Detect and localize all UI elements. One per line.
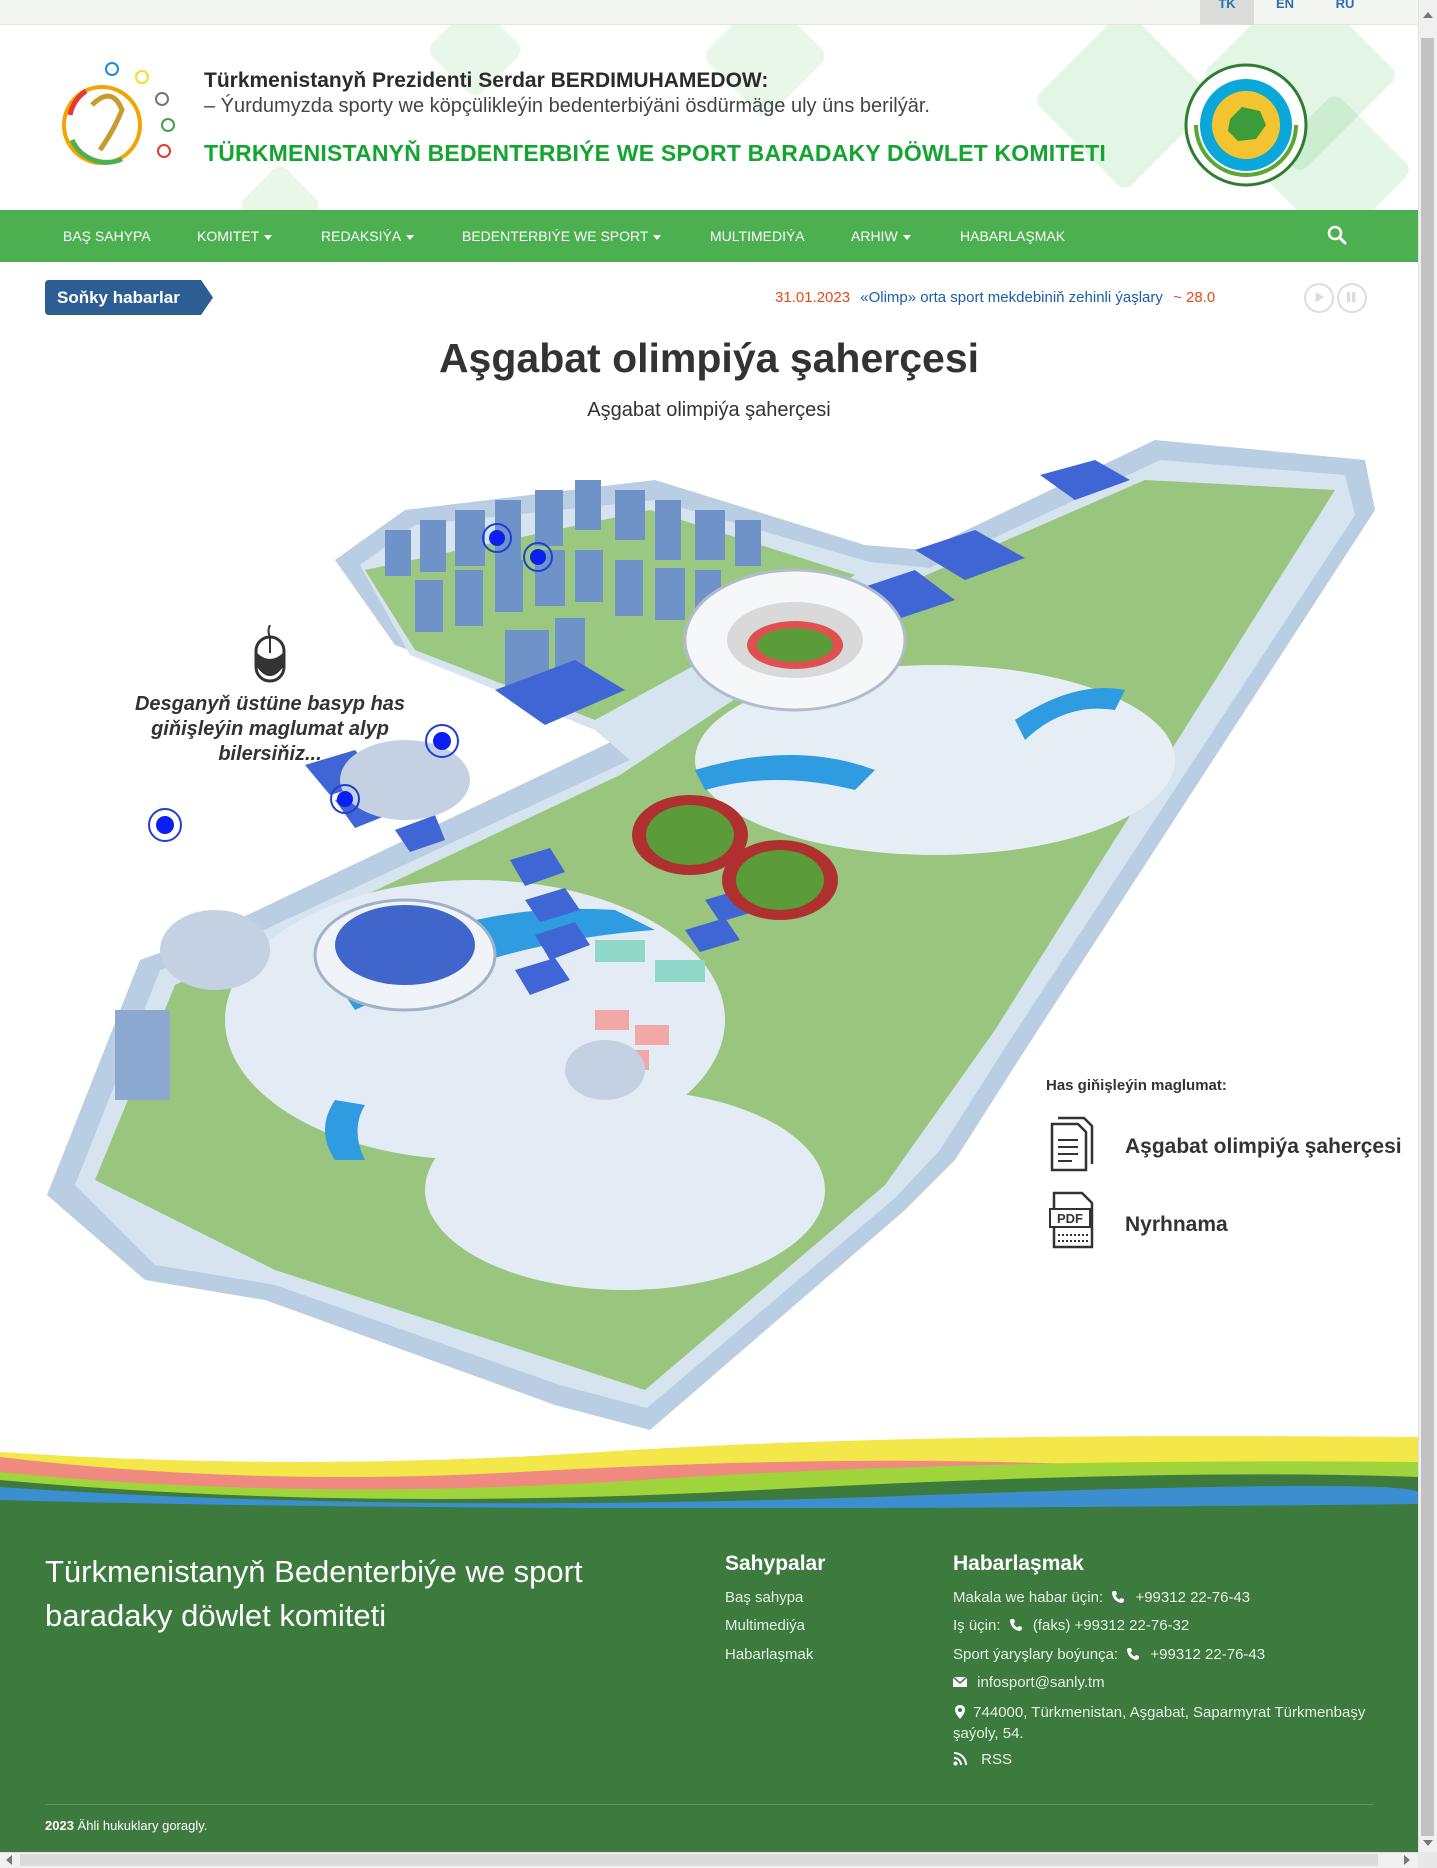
ticker-next-date: ~ 28.0 (1173, 289, 1216, 306)
header-president-line: Türkmenistanyň Prezidenti Serdar BERDIMU… (204, 69, 769, 92)
footer-contact-competitions-label: Sport ýaryşlary boýunça: (953, 1646, 1119, 1663)
footer-address: 744000, Türkmenistan, Aşgabat, Saparmyra… (953, 1702, 1373, 1744)
ornament (237, 162, 323, 210)
pdf-icon[interactable]: PDF (1048, 1191, 1098, 1249)
footer-copyright-text: Ähli hukuklary goragly. (77, 1818, 208, 1833)
news-ticker[interactable]: 31.01.2023 «Olimp» orta sport mekdebiniň… (775, 284, 1241, 312)
footer-contact-work: Iş üçin: (faks) +99312 22-76-32 (953, 1617, 1189, 1634)
footer-phone-articles[interactable]: +99312 22-76-43 (1135, 1589, 1250, 1606)
map-marker-icon (955, 1705, 965, 1719)
olympic-complex-document-link[interactable]: Aşgabat olimpiýa şaherçesi (1125, 1135, 1402, 1159)
scroll-left-arrow-icon[interactable] (6, 1855, 12, 1865)
caret-down-icon (264, 234, 273, 240)
scrollbar-corner (1418, 1852, 1437, 1868)
nav-sport[interactable]: BEDENTERBIÝE WE SPORT (462, 210, 662, 262)
price-list-link[interactable]: Nyrhnama (1125, 1213, 1228, 1237)
footer-rss-label[interactable]: RSS (981, 1751, 1012, 1768)
site-footer: Türkmenistanyň Bedenterbiýe we sport bar… (0, 1508, 1418, 1854)
page: { "languages": ["TK", "EN", "RU"], "head… (0, 0, 1437, 1868)
footer-copyright-year: 2023 (45, 1818, 74, 1833)
footer-address-text: 744000, Türkmenistan, Aşgabat, Saparmyra… (953, 1704, 1366, 1742)
latest-news-label: Soňky habarlar (45, 280, 213, 315)
header-committee-name: TÜRKMENISTANYŇ BEDENTERBIÝE WE SPORT BAR… (204, 140, 1106, 166)
footer-link-multimedia[interactable]: Multimediýa (725, 1617, 805, 1634)
nav-editorial[interactable]: REDAKSIÝA (321, 210, 415, 262)
nav-committee-label: KOMITET (197, 228, 260, 244)
footer-contact-heading: Habarlaşmak (953, 1552, 1084, 1575)
nav-multimedia[interactable]: MULTIMEDIÝA (710, 210, 805, 262)
lang-tk[interactable]: TK (1200, 0, 1254, 25)
latest-news-text: Soňky habarlar (57, 288, 180, 307)
nav-home-label: BAŞ SAHYPA (63, 228, 151, 244)
footer-phone-work[interactable]: (faks) +99312 22-76-32 (1033, 1617, 1189, 1634)
lang-ru[interactable]: RU (1318, 0, 1372, 25)
caret-down-icon (653, 234, 662, 240)
envelope-icon (953, 1676, 967, 1687)
nav-editorial-label: REDAKSIÝA (321, 228, 402, 244)
phone-icon (1112, 1591, 1125, 1603)
nav-sport-label: BEDENTERBIÝE WE SPORT (462, 228, 649, 244)
nav-home[interactable]: BAŞ SAHYPA (63, 210, 151, 262)
footer-contact-competitions: Sport ýaryşlary boýunça: +99312 22-76-43 (953, 1646, 1265, 1663)
caret-down-icon (902, 234, 911, 240)
pause-icon[interactable] (1337, 283, 1367, 313)
horizontal-scrollbar-thumb[interactable] (20, 1854, 1378, 1866)
page-subtitle: Aşgabat olimpiýa şaherçesi (587, 399, 831, 421)
rss-icon (953, 1752, 967, 1766)
play-icon[interactable] (1304, 283, 1334, 313)
ticker-news-title[interactable]: «Olimp» orta sport mekdebiniň zehinli ýa… (860, 289, 1163, 306)
footer-pages-heading: Sahypalar (725, 1552, 826, 1575)
sport-committee-logo[interactable] (52, 55, 182, 185)
nav-archive[interactable]: ARHIW (851, 210, 911, 262)
footer-link-home[interactable]: Baş sahypa (725, 1589, 803, 1606)
main-navbar: BAŞ SAHYPA KOMITET REDAKSIÝA BEDENTERBIÝ… (0, 210, 1418, 262)
lang-en[interactable]: EN (1258, 0, 1312, 25)
scroll-down-arrow-icon[interactable] (1423, 1840, 1433, 1846)
nav-committee[interactable]: KOMITET (197, 210, 273, 262)
year-emblem (1184, 63, 1308, 187)
header-quote-line: – Ýurdumyzda sporty we köpçülikleýin bed… (204, 95, 930, 117)
nav-contact[interactable]: HABARLAŞMAK (960, 210, 1065, 262)
vertical-scrollbar-thumb[interactable] (1421, 38, 1434, 1836)
scroll-up-arrow-icon[interactable] (1423, 12, 1433, 18)
footer-contact-work-label: Iş üçin: (953, 1617, 1001, 1634)
footer-contact-articles: Makala we habar üçin: +99312 22-76-43 (953, 1589, 1250, 1606)
footer-phone-competitions[interactable]: +99312 22-76-43 (1150, 1646, 1265, 1663)
decorative-waves (0, 1436, 1418, 1510)
footer-email-address[interactable]: infosport@sanly.tm (977, 1674, 1105, 1691)
phone-icon (1009, 1619, 1022, 1631)
olympic-complex-map[interactable] (35, 440, 1380, 1430)
more-info-heading: Has giňişleýin maglumat: (1046, 1077, 1227, 1094)
caret-down-icon (406, 234, 415, 240)
document-icon[interactable] (1048, 1114, 1096, 1172)
footer-contact-articles-label: Makala we habar üçin: (953, 1589, 1104, 1606)
footer-divider (45, 1804, 1373, 1805)
page-title: Aşgabat olimpiýa şaherçesi (438, 335, 980, 381)
nav-contact-label: HABARLAŞMAK (960, 228, 1066, 244)
scroll-right-arrow-icon[interactable] (1404, 1855, 1410, 1865)
phone-icon (1127, 1648, 1140, 1660)
map-hint-text: Desganyň üstüne basyp has giňişleýin mag… (134, 693, 406, 765)
search-icon[interactable] (1326, 224, 1348, 246)
nav-multimedia-label: MULTIMEDIÝA (710, 228, 805, 244)
footer-link-contact[interactable]: Habarlaşmak (725, 1646, 813, 1663)
footer-title: Türkmenistanyň Bedenterbiýe we sport bar… (45, 1554, 583, 1633)
footer-copyright: 2023 Ähli hukuklary goragly. (45, 1818, 207, 1833)
footer-email: infosport@sanly.tm (953, 1674, 1105, 1691)
pdf-icon-label: PDF (1057, 1211, 1083, 1226)
mouse-icon (254, 625, 286, 683)
language-bar: TK EN RU (0, 0, 1418, 25)
site-header: Türkmenistanyň Prezidenti Serdar BERDIMU… (0, 25, 1418, 210)
footer-rss[interactable]: RSS (953, 1751, 1012, 1768)
ticker-date: 31.01.2023 (775, 289, 851, 306)
nav-archive-label: ARHIW (851, 228, 898, 244)
